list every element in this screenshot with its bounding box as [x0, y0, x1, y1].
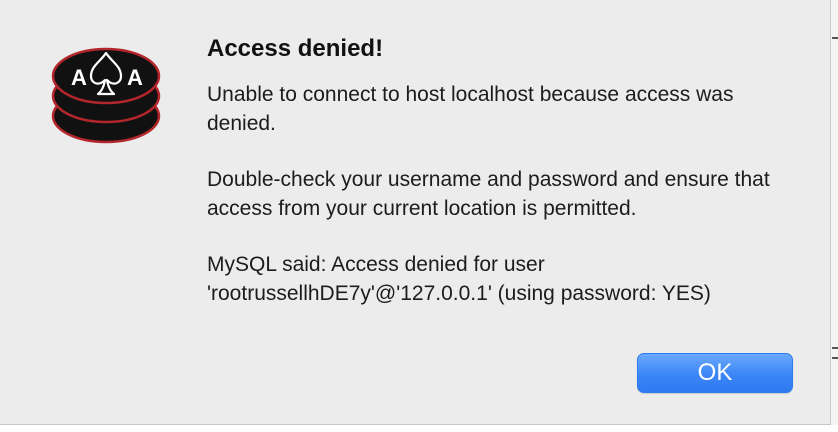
background-window-edge-mark	[832, 347, 838, 349]
dialog-message-hint: Double-check your username and password …	[207, 168, 770, 220]
database-ace-icon: A A	[51, 47, 161, 144]
ok-button[interactable]: OK	[637, 353, 793, 393]
dialog-message-connection: Unable to connect to host localhost beca…	[207, 83, 734, 135]
dialog-content: Access denied! Unable to connect to host…	[207, 33, 807, 308]
alert-dialog: A A Access denied! Unable to connect to …	[0, 0, 831, 425]
icon-left-letter: A	[71, 65, 87, 90]
background-window-edge	[831, 0, 838, 432]
background-window-edge-mark	[832, 37, 838, 39]
dialog-title: Access denied!	[207, 35, 384, 62]
icon-right-letter: A	[127, 65, 143, 90]
background-window-edge-mark	[832, 357, 838, 359]
dialog-message-mysql-error: MySQL said: Access denied for user 'root…	[207, 253, 711, 305]
background-window-bottom	[0, 425, 838, 432]
